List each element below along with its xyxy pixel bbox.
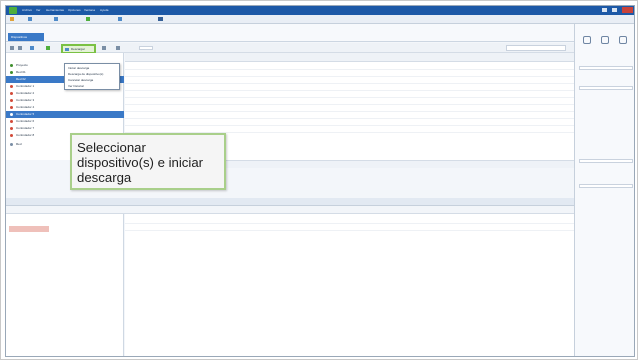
table-row[interactable] (125, 64, 574, 70)
open-icon[interactable] (28, 17, 32, 21)
download-dropdown-menu: Iniciar descarga Descarga de dispositivo… (64, 63, 120, 90)
tree-item-icon (10, 99, 13, 102)
minimize-icon[interactable] (602, 8, 607, 12)
tree-item-label: Controlador 6 (16, 119, 35, 123)
table-row[interactable] (125, 85, 574, 91)
tree-item-label: Red 01 (16, 70, 26, 74)
search-input[interactable] (506, 45, 566, 51)
menu-help[interactable]: Ayuda (100, 8, 108, 12)
app-logo-icon (9, 7, 17, 14)
tree-item-icon (10, 127, 13, 130)
menu-options[interactable]: Opciones (68, 8, 81, 12)
refresh-icon[interactable] (30, 46, 34, 50)
lower-grid (125, 214, 574, 356)
instruction-callout: Seleccionar dispositivo(s) e iniciar des… (70, 133, 226, 190)
tree-item[interactable]: Controlador 6 (6, 118, 124, 125)
tree-item[interactable] (9, 226, 49, 232)
tree-item[interactable]: Controlador 3 (6, 97, 124, 104)
menu-item-start-download[interactable]: Iniciar descarga (68, 66, 89, 70)
tree-item-icon (10, 113, 13, 116)
add-icon[interactable] (46, 46, 50, 50)
lower-tree (6, 214, 124, 356)
tree-item-label: Controlador 5 (16, 112, 35, 116)
grid-header (125, 53, 574, 62)
table-row[interactable] (125, 225, 574, 231)
info-icon[interactable] (619, 36, 627, 44)
callout-text: Seleccionar dispositivo(s) e iniciar des… (77, 140, 204, 185)
table-row[interactable] (125, 92, 574, 98)
menu-view[interactable]: Ver (36, 8, 41, 12)
tree-item[interactable]: Controlador 2 (6, 90, 124, 97)
tree-item-icon (10, 120, 13, 123)
property-field[interactable] (579, 184, 633, 188)
run-icon[interactable] (86, 17, 90, 21)
settings-icon[interactable] (118, 17, 122, 21)
lower-panel-title-bar (6, 198, 574, 206)
tree-item[interactable]: Controlador 7 (6, 125, 124, 132)
table-row[interactable] (125, 99, 574, 105)
property-field[interactable] (579, 86, 633, 90)
help-icon[interactable] (601, 36, 609, 44)
table-row[interactable] (125, 71, 574, 77)
quick-toolbar (6, 15, 634, 24)
tree-item-label: Controlador 4 (16, 105, 35, 109)
tab-devices[interactable]: Dispositivos (8, 33, 44, 41)
tree-item[interactable]: Controlador 4 (6, 104, 124, 111)
download-icon (65, 48, 69, 51)
maximize-icon[interactable] (612, 8, 617, 12)
download-button-label: Descargar (71, 47, 85, 51)
tree-item-icon (10, 64, 13, 67)
menu-item-download-devices[interactable]: Descarga de dispositivo(s) (68, 72, 103, 76)
table-row[interactable] (125, 106, 574, 112)
tree-item-label: Controlador 2 (16, 91, 35, 95)
tree-item-icon (10, 134, 13, 137)
title-bar: Archivo Ver Herramientas Opciones Ventan… (6, 6, 634, 15)
tree-item-icon (10, 71, 13, 74)
view-select[interactable] (139, 46, 153, 50)
menu-file[interactable]: Archivo (22, 8, 32, 12)
tree-item-icon (10, 85, 13, 88)
screenshot-frame: Archivo Ver Herramientas Opciones Ventan… (0, 0, 638, 360)
document-tab-strip (6, 24, 574, 42)
table-row[interactable] (125, 113, 574, 119)
tree-item-icon (10, 106, 13, 109)
tree-item-label: Red 02 (16, 77, 26, 81)
tree-item-label: Red (16, 142, 22, 146)
property-field[interactable] (579, 159, 633, 163)
close-icon[interactable] (622, 7, 633, 13)
tree-item-selected[interactable]: Controlador 5 (6, 111, 124, 118)
back-icon[interactable] (10, 46, 14, 50)
save-icon[interactable] (54, 17, 58, 21)
tree-item-icon (10, 92, 13, 95)
menu-item-cancel-download[interactable]: Cancelar descarga (68, 78, 93, 82)
new-icon[interactable] (10, 17, 14, 21)
menu-window[interactable]: Ventana (84, 8, 95, 12)
table-row[interactable] (125, 120, 574, 126)
tree-item-label: Controlador 7 (16, 126, 35, 130)
tree-item-label: Controlador 3 (16, 98, 35, 102)
properties-panel (574, 24, 634, 356)
forward-icon[interactable] (18, 46, 22, 50)
monitor-icon[interactable] (158, 17, 163, 21)
tree-item-label: Controlador 8 (16, 133, 35, 137)
application-window: Archivo Ver Herramientas Opciones Ventan… (5, 5, 635, 357)
tree-item-label: Controlador 1 (16, 84, 35, 88)
table-row[interactable] (125, 218, 574, 224)
filter-icon[interactable] (116, 46, 120, 50)
menu-item-view-history[interactable]: Ver historial (68, 84, 84, 88)
tab-devices-label: Dispositivos (11, 35, 28, 39)
menu-tools[interactable]: Herramientas (46, 8, 64, 12)
tree-item-icon (10, 78, 13, 81)
tree-item-label: Proyecto (16, 63, 28, 67)
upload-icon[interactable] (102, 46, 106, 50)
table-row[interactable] (125, 78, 574, 84)
tree-item-icon (10, 143, 13, 146)
property-field[interactable] (579, 66, 633, 70)
lower-panel-toolbar (6, 206, 574, 214)
search-icon[interactable] (583, 36, 591, 44)
